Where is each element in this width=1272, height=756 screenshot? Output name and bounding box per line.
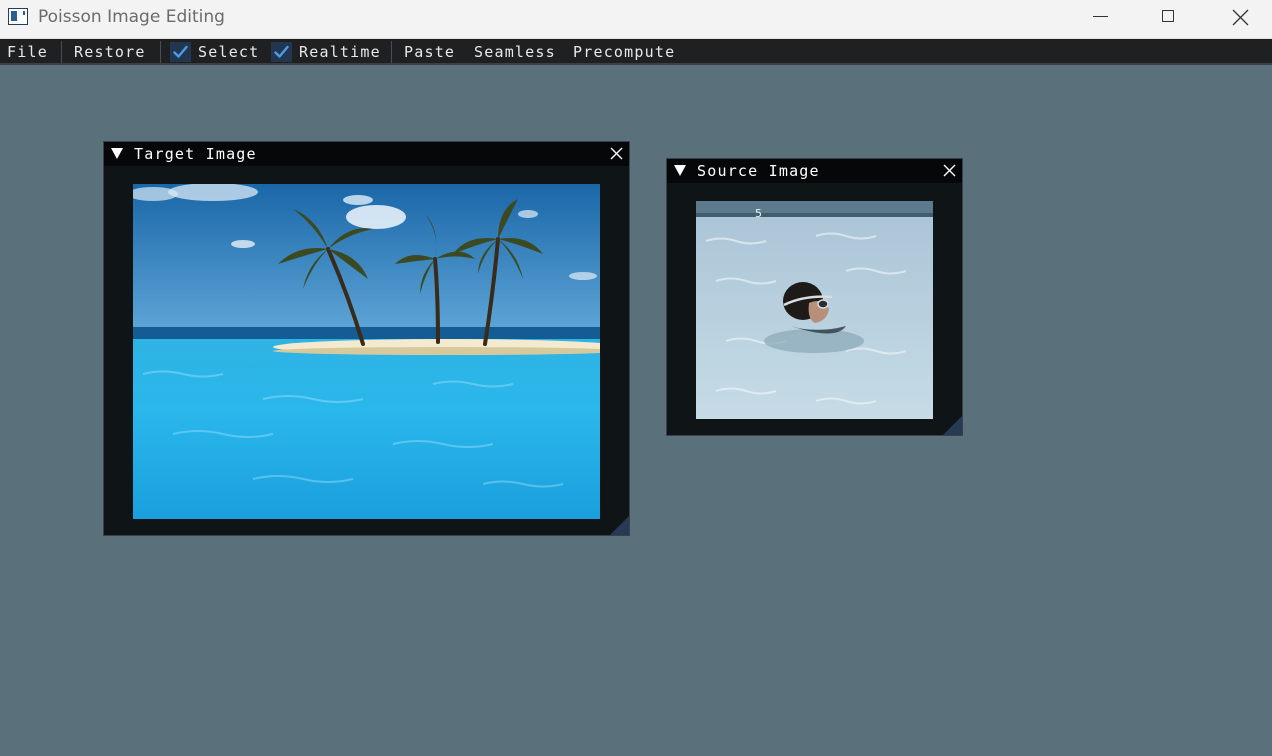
- target-window-title-bar[interactable]: Target Image: [104, 142, 629, 166]
- close-icon[interactable]: [610, 147, 623, 160]
- main-menu-bar: File Restore Select Realtime Paste Seaml…: [0, 39, 1272, 65]
- source-window-title: Source Image: [697, 162, 820, 180]
- menu-seamless[interactable]: Seamless: [474, 42, 556, 62]
- target-window-title: Target Image: [134, 145, 257, 163]
- close-icon[interactable]: [943, 164, 956, 177]
- os-title-bar: Poisson Image Editing: [0, 0, 1272, 39]
- menu-paste[interactable]: Paste: [404, 42, 455, 62]
- source-image-window[interactable]: Source Image 5: [666, 158, 963, 436]
- check-mark-icon: [173, 45, 188, 58]
- collapse-arrow-icon[interactable]: [674, 165, 686, 176]
- target-image-window[interactable]: Target Image: [103, 141, 630, 536]
- menu-select-label[interactable]: Select: [198, 42, 259, 62]
- app-window-icon: [8, 8, 28, 25]
- menu-file[interactable]: File: [7, 42, 48, 62]
- menu-realtime-label[interactable]: Realtime: [299, 42, 381, 62]
- menu-restore[interactable]: Restore: [74, 42, 146, 62]
- close-window-button[interactable]: [1202, 0, 1272, 39]
- window-title: Poisson Image Editing: [38, 7, 225, 27]
- menu-precompute[interactable]: Precompute: [573, 42, 675, 62]
- realtime-checkbox[interactable]: [271, 42, 292, 62]
- collapse-arrow-icon[interactable]: [111, 148, 123, 159]
- resize-grip-icon[interactable]: [943, 416, 962, 435]
- pool-lane-marker: 5: [755, 207, 762, 220]
- close-icon: [1232, 9, 1249, 26]
- target-image[interactable]: [133, 184, 600, 519]
- source-image[interactable]: 5: [696, 201, 933, 419]
- menu-separator: [391, 41, 392, 63]
- source-window-title-bar[interactable]: Source Image: [667, 159, 962, 183]
- check-mark-icon: [274, 45, 289, 58]
- resize-grip-icon[interactable]: [610, 516, 629, 535]
- menu-separator: [61, 41, 62, 63]
- maximize-button[interactable]: [1134, 0, 1204, 39]
- menu-separator: [160, 41, 161, 63]
- minimize-button[interactable]: [1066, 0, 1136, 39]
- select-checkbox[interactable]: [170, 42, 191, 62]
